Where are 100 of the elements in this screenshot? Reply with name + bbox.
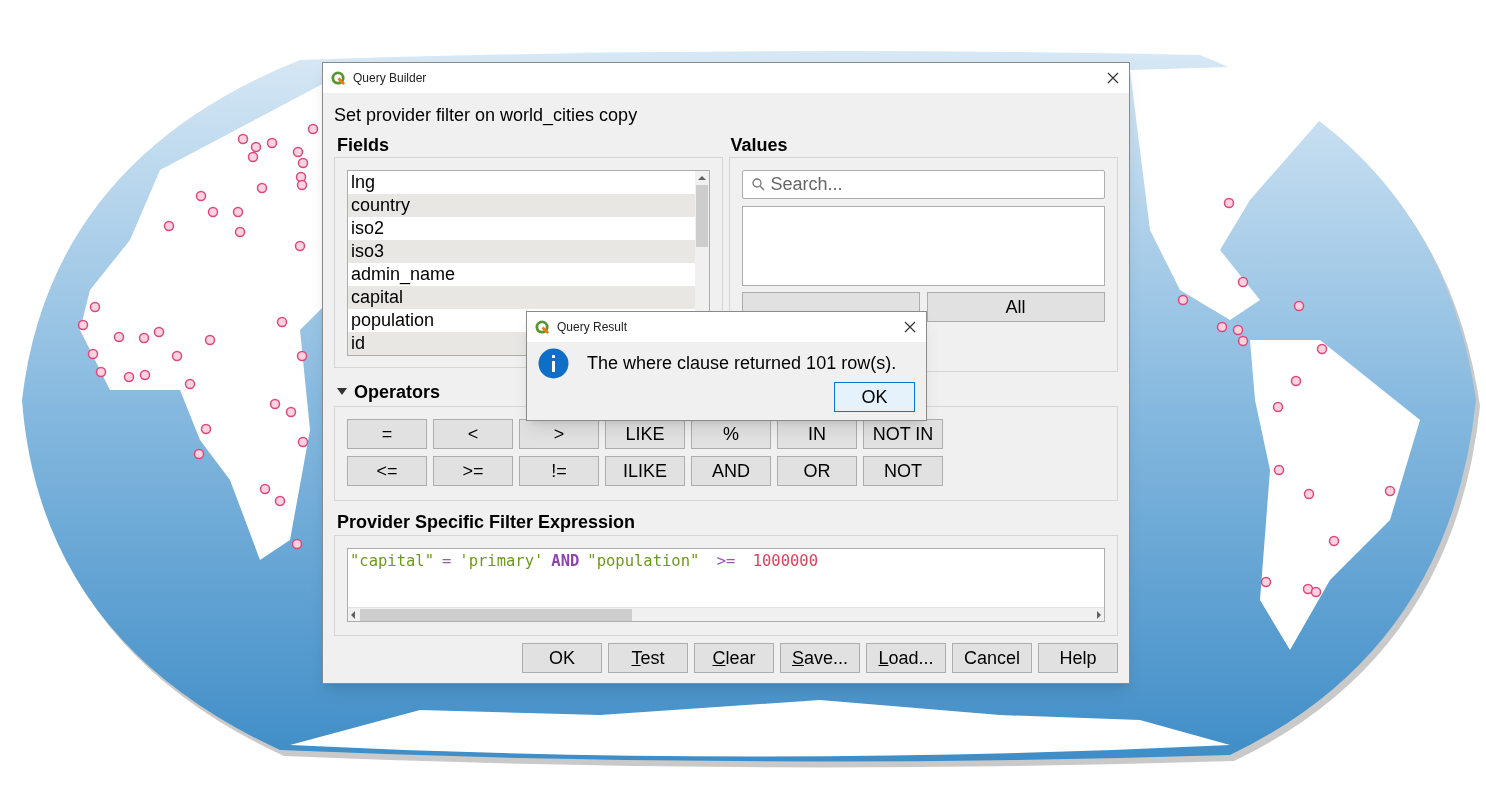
dialog-button[interactable]: Help [1038, 643, 1118, 673]
city-marker [1177, 294, 1189, 306]
code-token: 1000000 [751, 551, 818, 572]
city-marker [1216, 321, 1228, 333]
city-marker [1273, 464, 1285, 476]
close-icon[interactable] [1107, 72, 1119, 84]
city-marker [1232, 324, 1244, 336]
city-marker [237, 133, 249, 145]
operator-button[interactable]: <= [347, 456, 427, 486]
search-icon [751, 178, 765, 191]
expression-editor[interactable]: "capital" = 'primary' AND "population" >= 1000000 [347, 548, 1105, 622]
city-marker [1303, 488, 1315, 500]
city-marker [1293, 300, 1305, 312]
ok-button[interactable]: OK [834, 382, 915, 412]
section-heading: Fields [336, 134, 390, 157]
operator-button[interactable]: >= [433, 456, 513, 486]
operator-button[interactable]: AND [691, 456, 771, 486]
city-marker [247, 151, 259, 163]
operator-button[interactable]: < [433, 419, 513, 449]
code-token: 'primary' [459, 551, 544, 572]
city-marker [153, 326, 165, 338]
city-marker [232, 206, 244, 218]
collapse-toggle[interactable] [337, 388, 347, 396]
code-token: = [442, 551, 452, 572]
value-button[interactable]: All [926, 292, 1105, 322]
city-marker [297, 436, 309, 448]
code-token: "population" [587, 551, 700, 572]
section-heading: Operators [354, 380, 441, 404]
code-token: "capital" [350, 551, 434, 572]
city-marker [292, 146, 304, 158]
city-marker [1328, 535, 1340, 547]
dialog-button[interactable]: Cancel [952, 643, 1032, 673]
city-marker [95, 366, 107, 378]
city-marker [87, 348, 99, 360]
section-heading: Values [729, 134, 789, 157]
city-marker [1272, 401, 1284, 413]
city-marker [256, 182, 268, 194]
code-token: AND [551, 551, 580, 572]
city-marker [204, 334, 216, 346]
city-marker [1223, 197, 1235, 209]
operator-button[interactable]: > [519, 419, 599, 449]
section-heading: Provider Specific Filter Expression [336, 511, 637, 534]
operator-button[interactable]: LIKE [605, 419, 685, 449]
dialog-button[interactable]: Load... [866, 643, 946, 673]
operator-button[interactable]: NOT IN [863, 419, 943, 449]
city-marker [207, 206, 219, 218]
city-marker [1260, 576, 1272, 588]
city-marker [1302, 583, 1314, 595]
city-marker [184, 378, 196, 390]
city-marker [285, 406, 297, 418]
operator-button[interactable]: OR [777, 456, 857, 486]
city-marker [200, 423, 212, 435]
city-marker [1237, 276, 1249, 288]
city-marker [195, 190, 207, 202]
info-icon [538, 348, 569, 379]
city-marker [250, 141, 262, 153]
city-marker [296, 179, 308, 191]
operator-button[interactable]: ILIKE [605, 456, 685, 486]
city-marker [77, 319, 89, 331]
city-marker [274, 495, 286, 507]
operator-button[interactable]: != [519, 456, 599, 486]
city-marker [171, 350, 183, 362]
dialog-button[interactable]: OK [522, 643, 602, 673]
city-marker [1310, 586, 1322, 598]
list-item[interactable]: capital [348, 286, 695, 309]
app-logo-icon [331, 70, 346, 86]
app-logo-icon [535, 319, 550, 335]
city-marker [113, 331, 125, 343]
city-marker [307, 123, 319, 135]
operator-button[interactable]: = [347, 419, 427, 449]
city-marker [1237, 335, 1249, 347]
dialog-button[interactable]: Clear [694, 643, 774, 673]
close-icon[interactable] [904, 321, 916, 333]
city-marker [296, 350, 308, 362]
city-marker [163, 220, 175, 232]
scroll-right-icon[interactable] [1096, 610, 1102, 619]
city-marker [1290, 375, 1302, 387]
dialog-button[interactable]: Test [608, 643, 688, 673]
window-title: Query Builder [353, 70, 428, 87]
operator-button[interactable]: NOT [863, 456, 943, 486]
city-marker [259, 483, 271, 495]
city-marker [291, 538, 303, 550]
city-marker [297, 157, 309, 169]
operator-button[interactable]: IN [777, 419, 857, 449]
city-marker [139, 369, 151, 381]
scroll-left-icon[interactable] [350, 610, 356, 619]
city-marker [1384, 485, 1396, 497]
city-marker [276, 316, 288, 328]
city-marker [294, 240, 306, 252]
city-marker [269, 398, 281, 410]
scroll-up-icon[interactable] [698, 175, 706, 181]
list-item[interactable]: country [348, 194, 695, 217]
message-text: The where clause returned 101 row(s). [587, 352, 897, 375]
scrollbar[interactable] [348, 607, 1104, 621]
list-item[interactable]: iso3 [348, 240, 695, 263]
operator-button[interactable]: % [691, 419, 771, 449]
city-marker [138, 332, 150, 344]
code-token: >= [715, 551, 736, 572]
city-marker [266, 137, 278, 149]
dialog-button[interactable]: Save... [780, 643, 860, 673]
